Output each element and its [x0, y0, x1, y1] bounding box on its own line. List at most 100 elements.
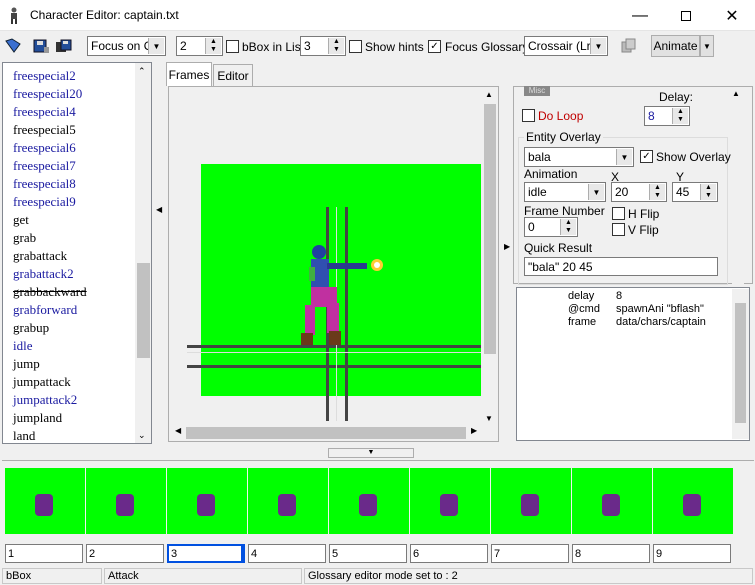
list-item[interactable]: get — [13, 212, 29, 228]
animate-button[interactable]: Animate — [651, 35, 700, 57]
viewer-vscrollbar[interactable]: ▲ ▼ — [483, 90, 497, 426]
animation-list[interactable]: freespecial2 freespecial20 freespecial4 fre… — [2, 62, 152, 444]
scroll-thumb[interactable] — [484, 104, 496, 354]
animate-dropdown-icon[interactable]: ▼ — [700, 35, 714, 57]
list-item[interactable]: freespecial2 — [13, 68, 76, 84]
scroll-up-icon[interactable]: ▲ — [485, 90, 493, 99]
delay-input[interactable]: 8 ▲ ▼ — [644, 106, 690, 126]
save-all-icon[interactable] — [54, 35, 76, 57]
list-item[interactable]: freespecial4 — [13, 104, 76, 120]
list-item[interactable]: freespecial20 — [13, 86, 82, 102]
spin-input-1[interactable]: 2 ▲ ▼ — [176, 36, 223, 56]
maximize-button[interactable] — [663, 0, 709, 31]
quick-result-field[interactable]: "bala" 20 45 — [524, 257, 718, 276]
save-icon[interactable] — [30, 35, 52, 57]
list-item[interactable]: grabattack2 — [13, 266, 74, 282]
spinner-arrows-icon[interactable]: ▲ ▼ — [560, 219, 576, 235]
close-button[interactable]: ✕ — [709, 0, 755, 31]
frame-thumbnail[interactable] — [653, 468, 733, 534]
viewer-hscrollbar[interactable]: ◀ ▶ — [172, 426, 483, 440]
spinner-arrows-icon[interactable]: ▲ ▼ — [700, 184, 716, 200]
list-item[interactable]: jump — [13, 356, 40, 372]
scroll-thumb[interactable] — [735, 303, 746, 423]
frame-thumbnail[interactable] — [86, 468, 166, 534]
list-item[interactable]: jumpland — [13, 410, 62, 426]
bbox-in-list-checkbox[interactable] — [226, 40, 239, 53]
frame-thumbnail[interactable] — [572, 468, 652, 534]
scroll-right-icon[interactable]: ▶ — [471, 426, 477, 435]
copy-icon[interactable] — [618, 35, 640, 57]
hflip-checkbox[interactable] — [612, 207, 625, 220]
list-item[interactable]: jumpattack2 — [13, 392, 77, 408]
open-icon[interactable] — [2, 35, 24, 57]
tab-frames[interactable]: Frames — [166, 62, 212, 86]
scroll-up-icon[interactable]: ▲ — [732, 89, 740, 98]
entity-select[interactable]: bala ▼ — [524, 147, 634, 167]
list-item[interactable]: land — [13, 428, 35, 443]
show-overlay-checkbox[interactable]: ✓ — [640, 150, 653, 163]
focus-mode-select[interactable]: Focus on Of ▼ — [87, 36, 166, 56]
frame-number-field[interactable]: 5 — [329, 544, 407, 563]
list-item[interactable]: idle — [13, 338, 33, 354]
frame-thumbnail[interactable] — [167, 468, 247, 534]
spinner-arrows-icon[interactable]: ▲ ▼ — [649, 184, 665, 200]
frame-sprite — [359, 494, 377, 516]
frame-number-field[interactable]: 4 — [248, 544, 326, 563]
list-scrollbar[interactable]: ⌃ ⌄ — [135, 63, 151, 443]
tab-editor[interactable]: Editor — [213, 64, 253, 86]
splitter-left-icon[interactable]: ◀ — [156, 205, 162, 225]
y-input[interactable]: 45 ▲ ▼ — [672, 182, 718, 202]
frame-thumbnail[interactable] — [410, 468, 490, 534]
list-item[interactable]: grabforward — [13, 302, 77, 318]
crosshair-select[interactable]: Crossair (Lrg) ▼ — [524, 36, 608, 56]
spin-input-2[interactable]: 3 ▲ ▼ — [300, 36, 346, 56]
list-item[interactable]: freespecial6 — [13, 140, 76, 156]
list-item[interactable]: grabattack — [13, 248, 67, 264]
property-key: @cmd — [568, 303, 600, 315]
panel-vscrollbar[interactable]: ▲ — [732, 89, 744, 285]
list-item[interactable]: jumpattack — [13, 374, 71, 390]
list-item[interactable]: freespecial5 — [13, 122, 76, 138]
show-hints-checkbox[interactable] — [349, 40, 362, 53]
splitter-right-icon[interactable]: ▶ — [504, 242, 512, 260]
scroll-left-icon[interactable]: ◀ — [175, 426, 181, 435]
list-item[interactable]: freespecial7 — [13, 158, 76, 174]
vflip-checkbox[interactable] — [612, 223, 625, 236]
frame-thumbnail[interactable] — [491, 468, 571, 534]
spinner-arrows-icon[interactable]: ▲ ▼ — [672, 108, 688, 124]
list-item[interactable]: freespecial8 — [13, 176, 76, 192]
do-loop-checkbox[interactable] — [522, 109, 535, 122]
frame-number-field[interactable]: 2 — [86, 544, 164, 563]
frame-number-field[interactable]: 8 — [572, 544, 650, 563]
frame-thumbnail[interactable] — [5, 468, 85, 534]
spinner-arrows-icon[interactable]: ▲ ▼ — [328, 38, 344, 54]
scroll-down-icon[interactable]: ⌄ — [138, 430, 146, 441]
properties-list[interactable]: delay 8 @cmd spawnAni "bflash" frame data/cha… — [516, 287, 750, 441]
animation-label: Animation — [524, 167, 578, 181]
list-item[interactable]: freespecial9 — [13, 194, 76, 210]
scroll-thumb[interactable] — [137, 263, 150, 358]
focus-glossary-checkbox[interactable]: ✓ — [428, 40, 441, 53]
frame-number-field[interactable]: 1 — [5, 544, 83, 563]
props-scrollbar[interactable] — [732, 289, 749, 439]
frame-thumbnail[interactable] — [329, 468, 409, 534]
property-value: spawnAni "bflash" — [616, 303, 704, 315]
frame-number-field[interactable]: 7 — [491, 544, 569, 563]
scroll-down-icon[interactable]: ▼ — [485, 414, 493, 423]
frame-thumbnail[interactable] — [248, 468, 328, 534]
scroll-thumb[interactable] — [186, 427, 466, 439]
x-input[interactable]: 20 ▲ ▼ — [611, 182, 667, 202]
list-item[interactable]: grab — [13, 230, 36, 246]
scroll-up-icon[interactable]: ⌃ — [138, 66, 146, 77]
list-item[interactable]: grabbackward — [13, 284, 87, 300]
frame-number-field[interactable]: 9 — [653, 544, 731, 563]
animation-select[interactable]: idle ▼ — [524, 182, 606, 202]
minimize-button[interactable]: — — [617, 0, 663, 31]
frame-number-input[interactable]: 0 ▲ ▼ — [524, 217, 578, 237]
list-item[interactable]: grabup — [13, 320, 49, 336]
spinner-arrows-icon[interactable]: ▲ ▼ — [205, 38, 221, 54]
frame-number-field[interactable]: 6 — [410, 544, 488, 563]
frame-number-field[interactable]: 3 — [167, 544, 245, 563]
splitter-bottom-icon[interactable]: ▼ — [328, 448, 414, 458]
chevron-down-icon: ▼ — [148, 38, 164, 54]
